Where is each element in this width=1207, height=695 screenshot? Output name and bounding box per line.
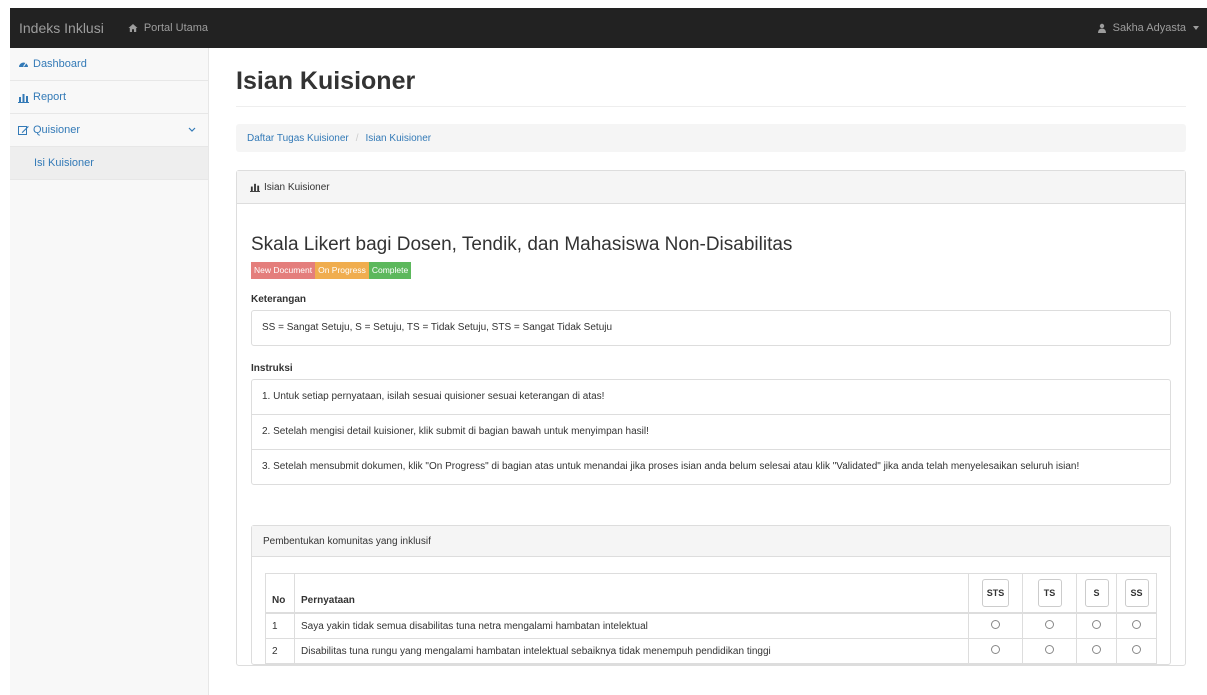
radio-s[interactable] (1092, 645, 1101, 654)
main-content: Isian Kuisioner Daftar Tugas Kuisioner /… (236, 48, 1186, 666)
radio-cell-sts (968, 612, 1023, 639)
caret-down-icon (1193, 26, 1199, 30)
table-header-row: No Pernyataan STS TS S SS (265, 573, 1157, 614)
radio-sts[interactable] (991, 645, 1000, 654)
column-header-statement: Pernyataan (294, 573, 969, 614)
column-header-ts: TS (1022, 573, 1077, 614)
ss-header-button[interactable]: SS (1124, 579, 1149, 607)
page-title: Isian Kuisioner (236, 67, 1186, 107)
edit-icon (18, 125, 29, 136)
table-row: 2 Disabilitas tuna rungu yang mengalami … (265, 638, 1157, 664)
status-badges: New Document On Progress Complete (251, 262, 1171, 279)
panel-heading-label: Isian Kuisioner (264, 181, 330, 193)
list-item: 1. Untuk setiap pernyataan, isilah sesua… (252, 380, 1170, 415)
user-name: Sakha Adyasta (1112, 22, 1186, 34)
radio-cell-ss (1116, 638, 1157, 664)
chevron-down-icon (188, 125, 196, 135)
table-row: 1 Saya yakin tidak semua disabilitas tun… (265, 612, 1157, 639)
portal-link-label: Portal Utama (143, 22, 209, 34)
bar-chart-icon (18, 92, 29, 103)
list-item: 3. Setelah mensubmit dokumen, klik "On P… (262, 461, 1080, 472)
sidebar-item-quisioner[interactable]: Quisioner (10, 114, 208, 147)
sidebar-item-label: Dashboard (33, 58, 87, 70)
radio-cell-s (1076, 612, 1117, 639)
portal-link[interactable]: Portal Utama (128, 22, 208, 34)
radio-cell-ss (1116, 612, 1157, 639)
radio-ss[interactable] (1132, 645, 1141, 654)
ts-header-button[interactable]: TS (1037, 579, 1062, 607)
status-badge-complete[interactable]: Complete (368, 262, 412, 279)
section-heading: Pembentukan komunitas yang inklusif (252, 526, 1170, 557)
radio-cell-ts (1022, 612, 1077, 639)
radio-ts[interactable] (1045, 620, 1054, 629)
top-navbar: Indeks Inklusi Portal Utama Sakha Adyast… (10, 8, 1207, 48)
panel-heading: Isian Kuisioner (237, 171, 1185, 204)
document-title: Skala Likert bagi Dosen, Tendik, dan Mah… (251, 234, 793, 255)
sidebar-item-isi-kuisioner[interactable]: Isi Kuisioner (10, 147, 208, 180)
bar-chart-icon (249, 182, 260, 193)
breadcrumb-link-isian[interactable]: Isian Kuisioner (366, 133, 432, 144)
questionnaire-table: No Pernyataan STS TS S SS 1 Saya yakin t… (265, 573, 1157, 664)
row-statement: Disabilitas tuna rungu yang mengalami ha… (294, 638, 969, 664)
sidebar-item-label: Quisioner (33, 124, 81, 136)
keterangan-label: Keterangan (251, 294, 307, 305)
instruksi-label: Instruksi (251, 363, 293, 374)
breadcrumb-link-daftar[interactable]: Daftar Tugas Kuisioner (247, 133, 349, 144)
radio-sts[interactable] (991, 620, 1000, 629)
list-item: 2. Setelah mengisi detail kuisioner, kli… (252, 415, 1170, 450)
keterangan-text: SS = Sangat Setuju, S = Setuju, TS = Tid… (262, 322, 613, 333)
sts-header-button[interactable]: STS (981, 579, 1010, 607)
column-header-no: No (265, 573, 295, 614)
section-panel: Pembentukan komunitas yang inklusif No P… (251, 525, 1171, 665)
user-menu[interactable]: Sakha Adyasta (1097, 22, 1199, 34)
radio-s[interactable] (1092, 620, 1101, 629)
sidebar-item-label: Isi Kuisioner (34, 157, 94, 169)
breadcrumb-separator: / (355, 132, 359, 144)
sidebar-item-dashboard[interactable]: Dashboard (10, 48, 208, 81)
row-number: 2 (265, 638, 295, 664)
panel-body: Skala Likert bagi Dosen, Tendik, dan Mah… (237, 234, 1185, 665)
sidebar: Dashboard Report Quisioner Isi Kuisioner (10, 48, 209, 695)
user-icon (1097, 23, 1108, 34)
column-header-s: S (1076, 573, 1117, 614)
questionnaire-panel: Isian Kuisioner Skala Likert bagi Dosen,… (236, 170, 1186, 666)
radio-cell-ts (1022, 638, 1077, 664)
keterangan-box: SS = Sangat Setuju, S = Setuju, TS = Tid… (251, 310, 1171, 346)
s-header-button[interactable]: S (1084, 579, 1109, 607)
row-statement: Saya yakin tidak semua disabilitas tuna … (294, 612, 969, 639)
sidebar-item-report[interactable]: Report (10, 81, 208, 114)
column-header-ss: SS (1116, 573, 1157, 614)
table-wrapper: No Pernyataan STS TS S SS 1 Saya yakin t… (252, 557, 1170, 664)
radio-cell-sts (968, 638, 1023, 664)
instruksi-list: 1. Untuk setiap pernyataan, isilah sesua… (251, 379, 1171, 485)
radio-ts[interactable] (1045, 645, 1054, 654)
column-header-sts: STS (968, 573, 1023, 614)
brand-link[interactable]: Indeks Inklusi (19, 20, 104, 36)
row-number: 1 (265, 612, 295, 639)
status-badge-new[interactable]: New Document (251, 262, 316, 279)
home-icon (128, 23, 139, 34)
status-badge-progress[interactable]: On Progress (315, 262, 369, 279)
radio-cell-s (1076, 638, 1117, 664)
breadcrumb: Daftar Tugas Kuisioner / Isian Kuisioner (236, 124, 1186, 152)
radio-ss[interactable] (1132, 620, 1141, 629)
dashboard-icon (18, 59, 29, 70)
sidebar-item-label: Report (33, 91, 67, 103)
